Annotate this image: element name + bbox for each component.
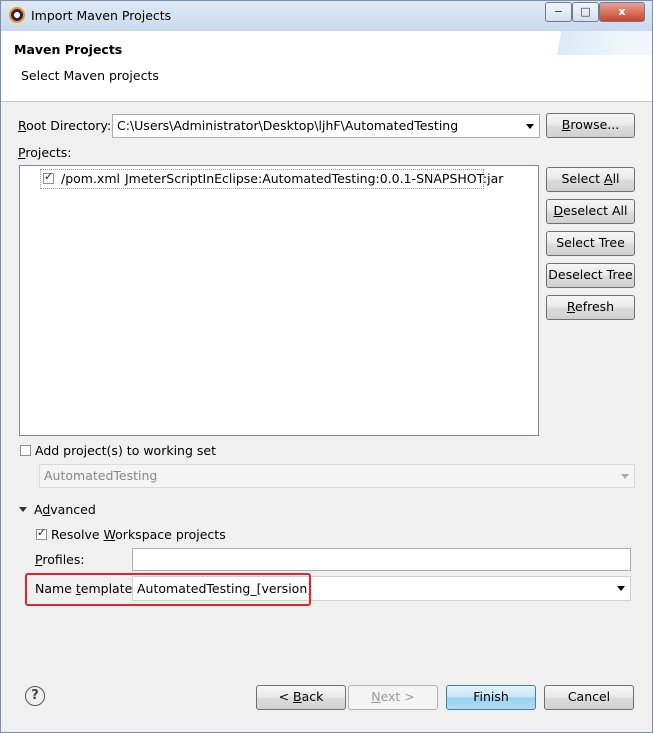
projects-tree[interactable]: /pom.xml JmeterScriptInEclipse:Automated… (19, 165, 539, 436)
back-button[interactable]: < Back (256, 685, 346, 710)
maximize-button[interactable]: □ (572, 2, 599, 22)
project-artifact: JmeterScriptInEclipse:AutomatedTesting:0… (125, 171, 504, 186)
page-subtitle: Select Maven projects (21, 68, 159, 83)
working-set-value: AutomatedTesting (44, 468, 158, 483)
select-tree-button[interactable]: Select Tree (546, 231, 635, 256)
project-path: /pom.xml (61, 171, 120, 186)
root-directory-value: C:\Users\Administrator\Desktop\ljhF\Auto… (117, 118, 459, 133)
browse-button[interactable]: Browse... (546, 113, 635, 138)
dropdown-arrow-icon[interactable] (617, 586, 625, 591)
expand-triangle-icon[interactable] (19, 507, 27, 512)
banner-decoration (512, 31, 652, 55)
working-set-combo[interactable]: AutomatedTesting (39, 464, 635, 488)
finish-button[interactable]: Finish (446, 685, 536, 710)
window-title: Import Maven Projects (31, 8, 172, 23)
deselect-all-button[interactable]: Deselect All (546, 199, 635, 224)
refresh-button[interactable]: Refresh (546, 295, 635, 320)
eclipse-icon (9, 7, 25, 23)
dropdown-arrow-icon (621, 474, 629, 479)
close-button[interactable]: x (599, 2, 645, 22)
import-maven-dialog: Import Maven Projects − □ x Maven Projec… (0, 0, 653, 733)
root-directory-label: Root Directory: (18, 118, 112, 133)
deselect-tree-button[interactable]: Deselect Tree (546, 263, 635, 288)
wizard-banner: Maven Projects Select Maven projects (1, 31, 652, 102)
select-all-button[interactable]: Select All (546, 167, 635, 192)
working-set-checkbox[interactable] (20, 445, 31, 456)
minimize-button[interactable]: − (545, 2, 572, 22)
cancel-button[interactable]: Cancel (544, 685, 634, 710)
profiles-label: Profiles: (35, 552, 85, 567)
resolve-workspace-checkbox[interactable] (36, 526, 47, 540)
projects-label: Projects: (18, 145, 72, 160)
page-title: Maven Projects (14, 42, 123, 57)
help-icon[interactable]: ? (25, 686, 45, 706)
highlight-annotation-box (25, 573, 311, 606)
project-row[interactable]: /pom.xml JmeterScriptInEclipse:Automated… (40, 169, 503, 189)
next-button[interactable]: Next > (348, 685, 438, 710)
project-checkbox[interactable] (43, 170, 54, 184)
profiles-input[interactable] (132, 548, 631, 571)
advanced-section-toggle[interactable]: Advanced (34, 502, 96, 517)
resolve-workspace-label: Resolve Workspace projects (51, 527, 226, 542)
dropdown-arrow-icon[interactable] (526, 124, 534, 129)
root-directory-combo[interactable]: C:\Users\Administrator\Desktop\ljhF\Auto… (112, 114, 540, 138)
working-set-label: Add project(s) to working set (35, 443, 216, 458)
title-bar[interactable]: Import Maven Projects − □ x (1, 1, 652, 31)
